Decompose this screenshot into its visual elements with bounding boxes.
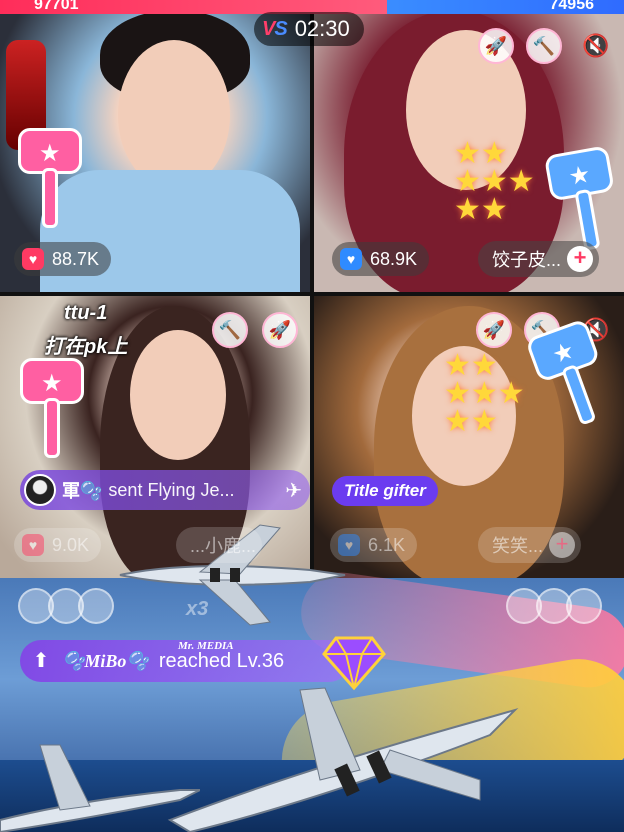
up-arrow-icon: ⬆ <box>32 650 50 672</box>
host-face <box>118 40 230 190</box>
heart-icon: ♥ <box>340 248 362 270</box>
level-message: reached Lv.36 <box>158 649 285 672</box>
jet-icon <box>167 687 519 832</box>
diamond-icon <box>322 636 386 691</box>
pink-hammer-icon: ★ <box>20 358 84 458</box>
likes-pill[interactable]: ♥ 9.0K <box>14 528 102 562</box>
blue-hammer-icon: ★ <box>543 145 624 255</box>
media-tag: Mr. MEDIA <box>178 640 234 652</box>
host-name: ...小鹿... <box>190 536 257 556</box>
star-burst-effect: ★★ ★★★ ★★ <box>444 349 525 438</box>
battle-timer: VS 02:30 <box>254 12 364 46</box>
live-battle-screen: ★ ♥ 88.7K 🚀 🔨 🔇 ★★ ★★★ ★★ ★ ♥ 68.9K 饺子皮...… <box>0 0 624 832</box>
likes-pill[interactable]: ♥ 6.1K <box>330 528 418 562</box>
gift-message: sent Flying Je... <box>108 479 235 500</box>
countdown-timer: 02:30 <box>294 16 350 41</box>
follow-plus-icon[interactable]: + <box>549 532 576 558</box>
likes-count: 88.7K <box>52 248 100 269</box>
title-gifter-badge: Title gifter <box>332 476 438 506</box>
hammer-badge-icon: 🔨 <box>212 312 248 348</box>
viewer-avatar-row-right[interactable] <box>506 588 602 628</box>
pk-comment-line-2: 打在pk上 <box>44 336 128 358</box>
gift-notification[interactable]: 軍🫧 sent Flying Je... ✈ <box>20 470 310 510</box>
likes-count: 6.1K <box>368 534 406 555</box>
likes-count: 9.0K <box>52 534 90 555</box>
host-name-pill[interactable]: 饺子皮... + <box>478 241 600 277</box>
host-face <box>130 330 226 460</box>
rocket-badge-icon: 🚀 <box>478 28 514 64</box>
host-name-pill[interactable]: ...小鹿... <box>176 527 263 563</box>
heart-icon: ♥ <box>22 534 44 556</box>
mute-icon[interactable]: 🔇 <box>582 32 610 60</box>
pk-comment-line-1: ttu-1 <box>64 302 108 324</box>
vs-logo: VS <box>262 17 288 40</box>
pink-hammer-icon: ★ <box>18 128 82 228</box>
rocket-badge-icon: 🚀 <box>476 312 512 348</box>
viewer-avatar-row-left[interactable] <box>18 588 114 628</box>
host-video-top-right[interactable]: 🚀 🔨 🔇 ★★ ★★★ ★★ ★ ♥ 68.9K 饺子皮... + <box>314 0 624 292</box>
jet-gift-icon: ✈ <box>285 479 302 502</box>
heart-icon: ♥ <box>338 534 360 556</box>
host-name: 饺子皮... <box>492 250 562 270</box>
heart-icon: ♥ <box>22 248 44 270</box>
follow-plus-icon[interactable]: + <box>567 246 594 272</box>
blue-team-score: 74956 <box>386 0 624 14</box>
level-username: 🫧MiBo🫧 <box>62 650 149 671</box>
gift-sender-name: 軍🫧 <box>62 481 103 501</box>
avatar[interactable] <box>78 588 114 624</box>
hammer-badge-icon: 🔨 <box>526 28 562 64</box>
likes-pill[interactable]: ♥ 88.7K <box>14 242 112 276</box>
star-burst-effect: ★★ ★★★ ★★ <box>454 137 535 226</box>
host-name-pill[interactable]: 笑笑... + <box>478 527 582 563</box>
likes-count: 68.9K <box>370 248 418 269</box>
avatar[interactable] <box>566 588 602 624</box>
jet-icon <box>0 744 200 832</box>
avatar[interactable] <box>24 474 56 506</box>
gift-combo-count: x3 <box>186 598 209 620</box>
rocket-badge-icon: 🚀 <box>262 312 298 348</box>
host-name: 笑笑... <box>492 536 544 556</box>
likes-pill[interactable]: ♥ 68.9K <box>332 242 430 276</box>
